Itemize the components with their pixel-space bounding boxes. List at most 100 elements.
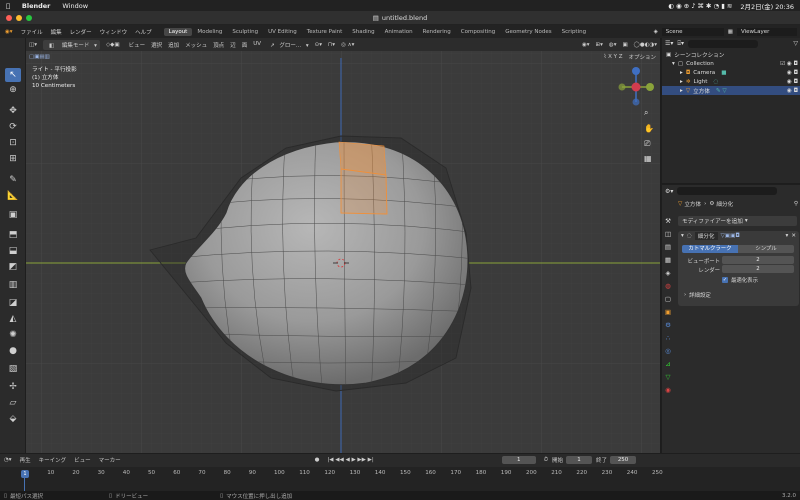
modifier-toggles[interactable]: ▽▣▣◘ xyxy=(721,233,740,239)
poly-build-tool-icon[interactable]: ◭ xyxy=(5,312,21,326)
outliner-search-input[interactable] xyxy=(688,39,759,48)
smooth-tool-icon[interactable]: ● xyxy=(5,344,21,358)
viewport-menu-item[interactable]: 辺 xyxy=(230,41,236,49)
timeline-menu-item[interactable]: ビュー xyxy=(74,456,91,464)
select-tool-icons[interactable]: ▢▣▤▥ xyxy=(29,54,50,60)
filter-icon[interactable]: ⌸▾ xyxy=(677,40,684,48)
options-menu[interactable]: オプション xyxy=(628,53,656,61)
3d-viewport[interactable]: ◫▾ ◧ 編集モード ▾ ◇◆▣ ビュー 選択 追加 メッシュ 頂点辺面 UV ↗ グロー… xyxy=(26,38,660,453)
view-layer-selector[interactable]: ViewLayer xyxy=(737,27,797,36)
menu-item[interactable]: ヘルプ xyxy=(135,30,152,36)
particles-tab-icon[interactable]: ∴ xyxy=(666,334,670,342)
xray-icon[interactable]: ▣ xyxy=(622,42,627,48)
expand-icon[interactable]: ▾ xyxy=(672,61,675,67)
workspace-tab[interactable]: Animation xyxy=(380,28,418,36)
close-window-button[interactable] xyxy=(6,15,12,21)
rotate-tool-icon[interactable]: ⟳ xyxy=(5,120,21,134)
annotate-tool-icon[interactable]: ✎ xyxy=(5,173,21,187)
object-tab-icon[interactable]: ▣ xyxy=(665,308,671,316)
render-tab-icon[interactable]: ◫ xyxy=(665,230,671,238)
snap-icon[interactable]: ⊓▾ xyxy=(328,42,335,48)
menu-item[interactable]: レンダー xyxy=(70,30,92,36)
workspace-tab[interactable]: Geometry Nodes xyxy=(500,28,556,36)
workspace-tab[interactable]: Modeling xyxy=(192,28,227,36)
data-tab-icon[interactable]: ▽ xyxy=(666,373,671,381)
transform-tool-icon[interactable]: ⊞ xyxy=(5,152,21,166)
viewport-levels-field[interactable]: 2 xyxy=(722,256,794,264)
expand-icon[interactable]: ▸ xyxy=(680,88,683,94)
viewport-menu-item[interactable]: ビュー xyxy=(129,41,146,49)
visibility-icons[interactable]: ◉ ◘ xyxy=(787,70,798,76)
optimal-display-checkbox[interactable]: ✓ 最適化表示 xyxy=(722,276,758,284)
camera-view-icon[interactable]: ⎚ xyxy=(644,139,650,149)
viewport-menu-item[interactable]: UV xyxy=(253,41,261,49)
advanced-subpanel[interactable]: › 詳細設定 xyxy=(684,291,711,299)
zoom-window-button[interactable] xyxy=(26,15,32,21)
physics-tab-icon[interactable]: ◎ xyxy=(665,347,671,355)
render-levels-field[interactable]: 2 xyxy=(722,265,794,273)
visibility-icon[interactable]: ◉▾ xyxy=(582,42,590,48)
properties-editor-icon[interactable]: ⚙▾ xyxy=(665,188,673,195)
scale-tool-icon[interactable]: ⊡ xyxy=(5,136,21,150)
workspace-tab[interactable]: Sculpting xyxy=(227,28,263,36)
gizmo-toggle-icon[interactable]: ⊞▾ xyxy=(596,42,603,48)
add-cube-tool-icon[interactable]: ▣ xyxy=(5,208,21,222)
viewport-menu-item[interactable]: 面 xyxy=(242,41,248,49)
scene-icon[interactable]: ◈ xyxy=(654,29,658,35)
overlay-toggle-icon[interactable]: ◍▾ xyxy=(609,42,617,48)
catmull-clark-button[interactable]: カトマルクラーク xyxy=(682,245,738,253)
workspace-tab[interactable]: Scripting xyxy=(557,28,591,36)
current-frame-field[interactable]: 1 xyxy=(501,456,536,464)
pin-icon[interactable]: ⚲ xyxy=(794,201,798,207)
viewport-menu-item[interactable]: メッシュ xyxy=(185,41,207,49)
collapse-icon[interactable]: ▾ xyxy=(681,233,684,239)
outliner-item-camera[interactable]: ▸ ◘ Camera ■ ◉ ◘ xyxy=(662,68,800,77)
checkbox-icon[interactable]: ✓ xyxy=(722,277,728,283)
expand-icon[interactable]: ▸ xyxy=(680,70,683,76)
visibility-icons[interactable]: ◉ ◘ xyxy=(787,88,798,94)
shading-modes-icon[interactable]: ◯●◐◑▾ xyxy=(634,42,657,48)
menu-item[interactable]: ウィンドウ xyxy=(100,30,128,36)
tool-tab-icon[interactable]: ⚒ xyxy=(665,217,671,225)
scene-tab-icon[interactable]: ◈ xyxy=(666,269,671,277)
shear-tool-icon[interactable]: ▱ xyxy=(5,396,21,410)
mode-selector[interactable]: ◧ 編集モード ▾ xyxy=(42,39,100,50)
select-box-tool-icon[interactable]: ↖ xyxy=(5,68,21,82)
rip-tool-icon[interactable]: ⬙ xyxy=(5,412,21,426)
world-tab-icon[interactable]: ◍ xyxy=(665,282,671,290)
select-mode-icons[interactable]: ◇◆▣ xyxy=(106,42,120,48)
outliner-item-light[interactable]: ▸ ✲ Light ◌ ◉ ◘ xyxy=(662,77,800,86)
outliner-item-collection[interactable]: ▾ ▢ Collection ☑ ◉ ◘ xyxy=(662,59,800,68)
timeline-editor-icon[interactable]: ◔▾ xyxy=(4,457,12,463)
viewport-menu-item[interactable]: 選択 xyxy=(151,41,162,49)
editor-type-icon[interactable]: ◫▾ xyxy=(29,42,37,48)
proportional-icon[interactable]: ◎ ∧▾ xyxy=(341,42,354,48)
extrude-tool-icon[interactable]: ⬒ xyxy=(5,228,21,242)
playback-controls[interactable]: |◀ ◀◀ ◀ ▶ ▶▶ ▶| xyxy=(327,457,373,463)
modifier-menu-icon[interactable]: ▾ xyxy=(786,233,789,239)
workspace-tab[interactable]: Rendering xyxy=(418,28,456,36)
collection-tab-icon[interactable]: ▢ xyxy=(665,295,671,303)
measure-tool-icon[interactable]: 📐 xyxy=(5,189,21,203)
view-layer-tab-icon[interactable]: ▦ xyxy=(665,256,671,264)
workspace-tab[interactable]: Compositing xyxy=(456,28,500,36)
inset-tool-icon[interactable]: ⬓ xyxy=(5,244,21,258)
transform-orientation[interactable]: ↗ グロー... ▾ xyxy=(270,41,309,49)
viewport-canvas[interactable] xyxy=(26,38,660,453)
workspace-tab[interactable]: Texture Paint xyxy=(302,28,348,36)
shrink-tool-icon[interactable]: ✢ xyxy=(5,380,21,394)
workspace-tab[interactable]: Shading xyxy=(347,28,379,36)
constraints-tab-icon[interactable]: ⊿ xyxy=(665,360,670,368)
pivot-icon[interactable]: ⊙▾ xyxy=(315,42,322,48)
viewport-menu-item[interactable]: 頂点 xyxy=(213,41,224,49)
output-tab-icon[interactable]: ▤ xyxy=(665,243,671,251)
record-icon[interactable]: ● xyxy=(315,457,320,463)
material-tab-icon[interactable]: ◉ xyxy=(665,386,671,394)
simple-button[interactable]: シンプル xyxy=(738,245,794,253)
viewport-menu-item[interactable]: 追加 xyxy=(168,41,179,49)
menu-item[interactable]: ファイル xyxy=(21,30,43,36)
apple-icon[interactable]:  xyxy=(6,2,10,10)
loop-cut-tool-icon[interactable]: ▥ xyxy=(5,278,21,292)
start-frame-field[interactable]: 1 xyxy=(566,456,593,464)
timeline-menu-item[interactable]: マーカー xyxy=(99,456,121,464)
